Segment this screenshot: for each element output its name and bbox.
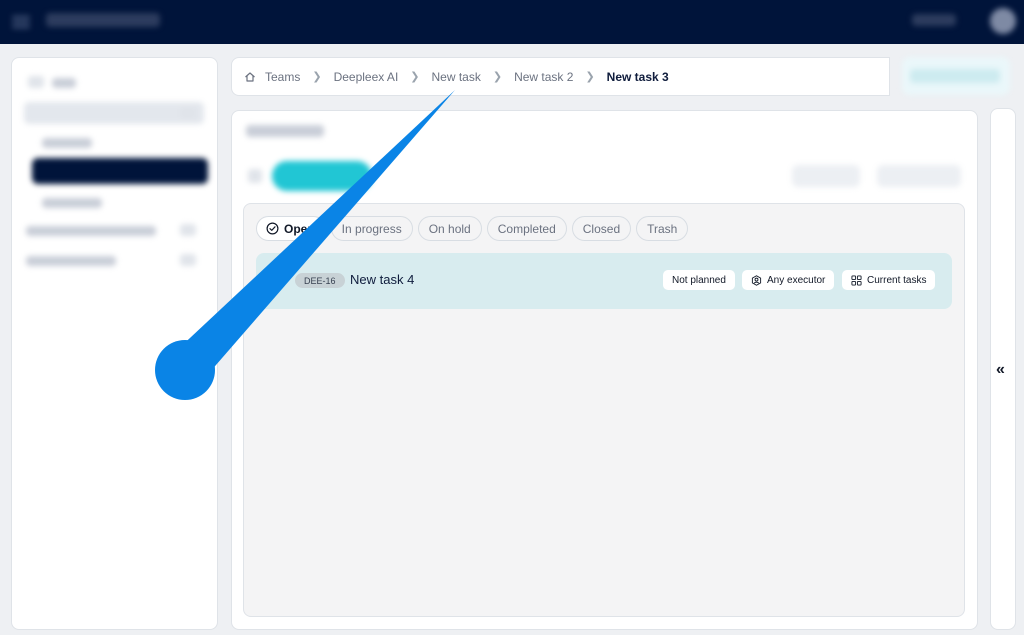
sidebar-item[interactable] <box>26 226 156 236</box>
sidebar-group-toggle[interactable] <box>180 254 196 266</box>
tab-label: In progress <box>341 221 402 236</box>
panel-title <box>246 125 324 137</box>
task-id-badge: DEE-16 <box>295 273 345 288</box>
chip-label: Any executor <box>767 274 826 286</box>
sidebar-group-toggle[interactable] <box>180 224 196 236</box>
tab-label: Open <box>284 221 315 236</box>
status-tabs: Open In progress On hold Completed Close… <box>256 216 689 241</box>
task-row[interactable]: DEE-16 New task 4 Not planned Any execut… <box>256 253 952 309</box>
breadcrumb-current: New task 3 <box>606 69 669 84</box>
sidebar-item[interactable] <box>42 198 102 208</box>
check-circle-icon <box>266 222 279 235</box>
chevron-right-icon: ❯ <box>585 71 595 83</box>
sidebar-item-active[interactable] <box>32 158 208 184</box>
top-bar <box>0 0 1024 44</box>
breadcrumb-new-task-2[interactable]: New task 2 <box>514 70 573 84</box>
home-icon[interactable] <box>244 71 256 83</box>
tab-on-hold[interactable]: On hold <box>417 216 482 241</box>
tab-label: Closed <box>582 221 621 236</box>
avatar[interactable] <box>990 8 1016 34</box>
filter-button[interactable] <box>792 165 860 187</box>
tab-completed[interactable]: Completed <box>486 216 567 241</box>
task-name[interactable]: New task 4 <box>350 272 414 287</box>
double-chevron-left-icon[interactable]: « <box>996 361 1005 379</box>
create-task-button[interactable] <box>272 161 372 191</box>
tab-closed[interactable]: Closed <box>571 216 632 241</box>
chip-label: Current tasks <box>867 274 927 286</box>
chevron-right-icon: ❯ <box>492 71 503 83</box>
breadcrumb-new-task[interactable]: New task <box>432 70 481 84</box>
tab-trash[interactable]: Trash <box>636 216 689 241</box>
sidebar-item[interactable] <box>52 78 76 88</box>
tab-label: On hold <box>428 221 471 236</box>
sidebar-group-toggle[interactable] <box>180 107 196 119</box>
tab-label: Trash <box>647 221 678 236</box>
breadcrumb-deepleex-ai[interactable]: Deepleex AI <box>334 70 399 84</box>
header-action-button[interactable] <box>902 57 1010 95</box>
sidebar <box>11 57 218 630</box>
select-all-checkbox[interactable] <box>248 169 262 183</box>
executor-chip[interactable]: Any executor <box>742 270 835 290</box>
tab-open[interactable]: Open <box>256 216 326 241</box>
view-chip[interactable]: Current tasks <box>842 270 936 290</box>
chevron-right-icon: ❯ <box>410 71 420 83</box>
menu-icon[interactable] <box>12 13 30 31</box>
app-logo <box>46 13 160 27</box>
plan-status-chip[interactable]: Not planned <box>663 270 735 290</box>
tab-in-progress[interactable]: In progress <box>330 216 413 241</box>
tab-label: Completed <box>497 221 556 236</box>
language-selector[interactable] <box>912 14 956 26</box>
user-hexagon-icon <box>751 274 762 286</box>
breadcrumb: Teams ❯ Deepleex AI ❯ New task ❯ New tas… <box>231 57 890 96</box>
grid-icon <box>851 274 862 286</box>
sidebar-item[interactable] <box>26 256 116 266</box>
right-panel-rail: « <box>990 108 1016 630</box>
sidebar-item[interactable] <box>42 138 92 148</box>
chip-label: Not planned <box>672 274 726 286</box>
breadcrumb-teams[interactable]: Teams <box>265 70 300 84</box>
chevron-right-icon: ❯ <box>312 71 322 83</box>
sidebar-group[interactable] <box>24 102 204 124</box>
sort-button[interactable] <box>877 165 961 187</box>
sidebar-icon <box>28 76 44 88</box>
